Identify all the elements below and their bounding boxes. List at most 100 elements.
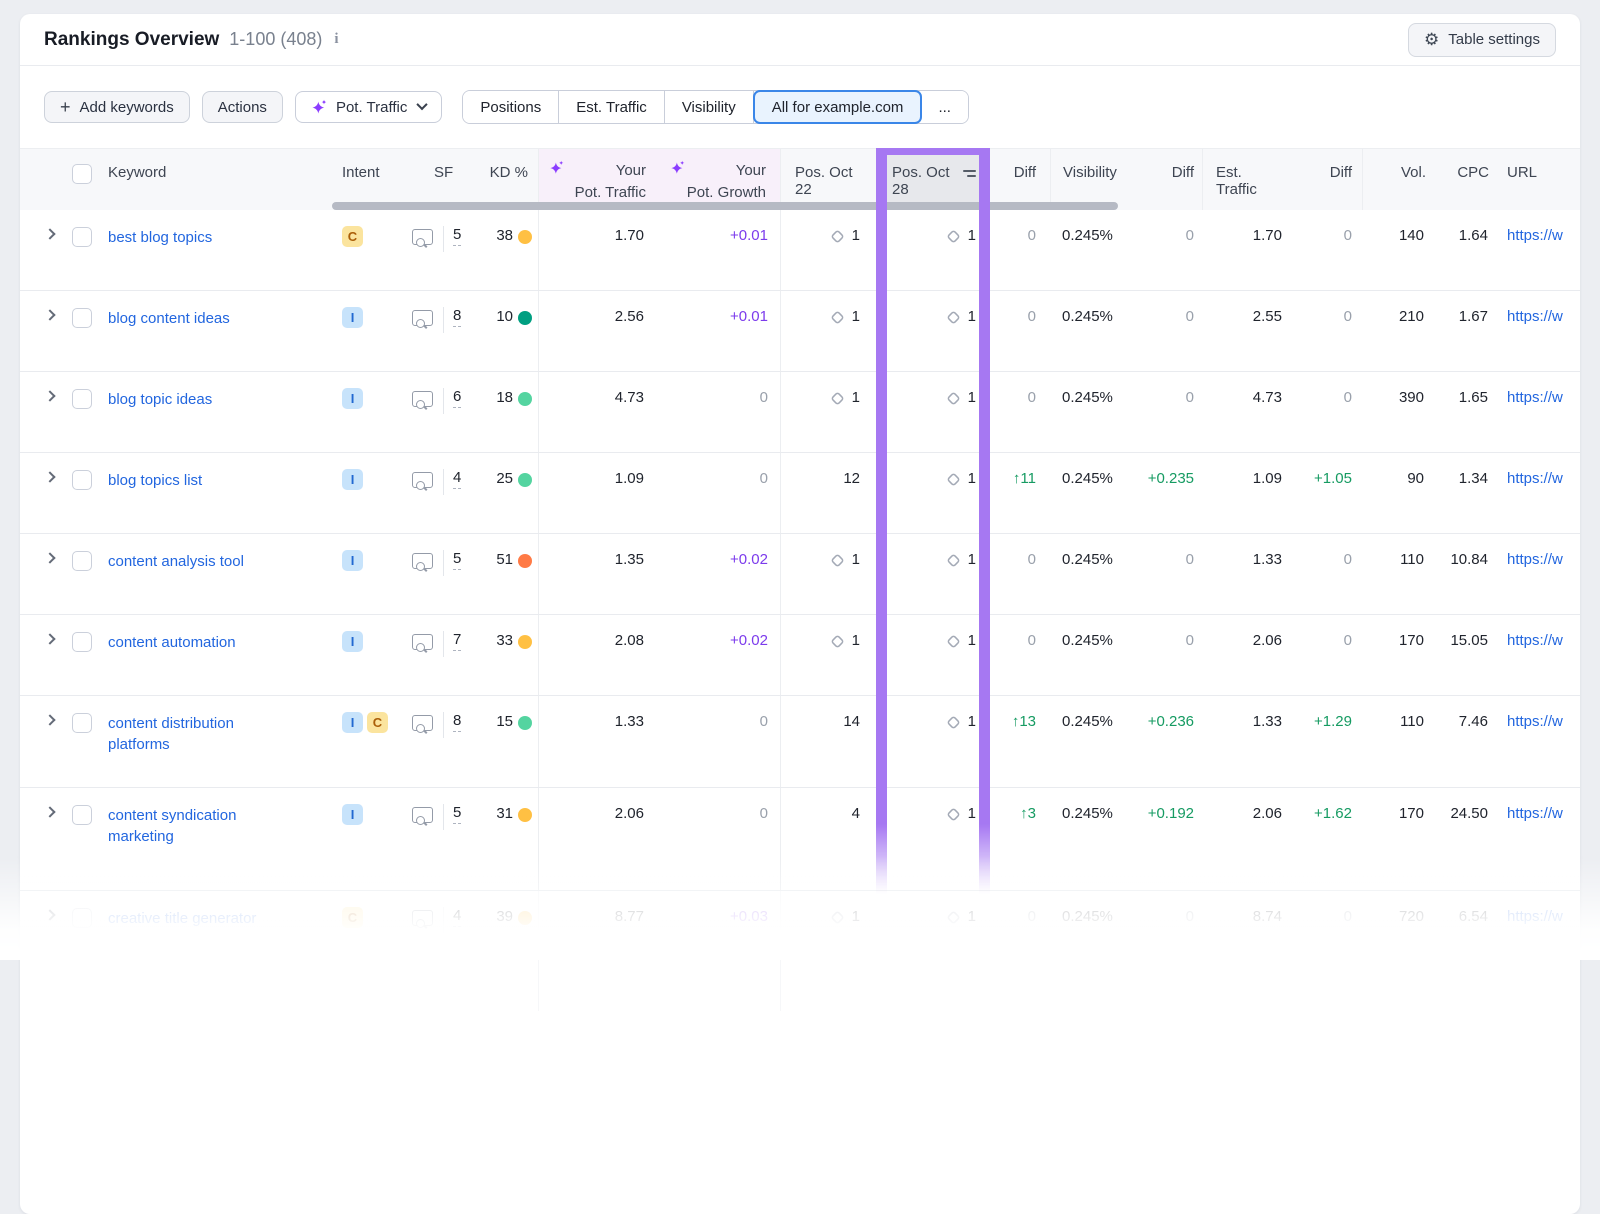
- est-traffic-diff-value: +1.62: [1314, 805, 1352, 822]
- url-link[interactable]: https://w: [1507, 308, 1563, 325]
- tab-positions[interactable]: Positions: [463, 91, 559, 123]
- column-header-visibility[interactable]: Visibility: [1050, 149, 1146, 210]
- keyword-link[interactable]: blog topics list: [108, 470, 202, 491]
- keyword-link[interactable]: blog content ideas: [108, 308, 230, 329]
- url-link[interactable]: https://w: [1507, 551, 1563, 568]
- column-header-volume[interactable]: Vol.: [1362, 149, 1432, 210]
- pot-traffic-value: 1.09: [615, 470, 644, 487]
- serp-features-icon[interactable]: [412, 229, 433, 245]
- row-checkbox[interactable]: [72, 713, 92, 733]
- column-header-sf[interactable]: SF: [412, 149, 474, 210]
- column-header-keyword[interactable]: Keyword: [104, 149, 334, 210]
- serp-features-icon[interactable]: [412, 391, 433, 407]
- keyword-link[interactable]: content analysis tool: [108, 551, 244, 572]
- column-header-kd[interactable]: KD %: [474, 149, 538, 210]
- sf-value[interactable]: 6: [453, 388, 461, 408]
- row-checkbox[interactable]: [72, 805, 92, 825]
- column-header-visibility-diff[interactable]: Diff: [1146, 149, 1202, 210]
- table-row: content syndication marketing I 5 31 2.0…: [20, 788, 1580, 891]
- url-link[interactable]: https://w: [1507, 389, 1563, 406]
- keyword-link[interactable]: creative title generator: [108, 908, 256, 929]
- select-all-checkbox[interactable]: [72, 164, 92, 184]
- column-header-url[interactable]: URL: [1494, 149, 1580, 210]
- column-header-cpc[interactable]: CPC: [1432, 149, 1494, 210]
- row-checkbox[interactable]: [72, 227, 92, 247]
- add-keywords-button[interactable]: + Add keywords: [44, 91, 190, 123]
- column-header-intent[interactable]: Intent: [334, 149, 412, 210]
- visibility-value: 0.245%: [1062, 470, 1113, 487]
- card-header: Rankings Overview 1-100 (408) i ⚙ Table …: [20, 14, 1580, 66]
- sf-value[interactable]: 4: [453, 907, 461, 927]
- expand-chevron-icon[interactable]: [44, 228, 55, 239]
- sf-value[interactable]: 5: [453, 550, 461, 570]
- actions-button[interactable]: Actions: [202, 91, 283, 123]
- column-header-est-traffic-diff[interactable]: Diff: [1306, 149, 1362, 210]
- pos-oct28-value: 1: [968, 713, 976, 730]
- url-link[interactable]: https://w: [1507, 632, 1563, 649]
- keyword-link[interactable]: content distribution platforms: [108, 713, 298, 755]
- expand-chevron-icon[interactable]: [44, 390, 55, 401]
- row-checkbox[interactable]: [72, 632, 92, 652]
- expand-chevron-icon[interactable]: [44, 309, 55, 320]
- column-header-pos-diff[interactable]: Diff: [990, 149, 1050, 210]
- pos-oct28-value: 1: [968, 632, 976, 649]
- expand-chevron-icon[interactable]: [44, 471, 55, 482]
- volume-value: 170: [1399, 632, 1424, 649]
- serp-features-icon[interactable]: [412, 715, 433, 731]
- column-header-est-traffic[interactable]: Est. Traffic: [1202, 149, 1306, 210]
- keyword-link[interactable]: blog topic ideas: [108, 389, 212, 410]
- table-settings-button[interactable]: ⚙ Table settings: [1408, 23, 1556, 57]
- url-link[interactable]: https://w: [1507, 805, 1563, 822]
- sf-value[interactable]: 7: [453, 631, 461, 651]
- intent-badges: I: [334, 534, 412, 614]
- tab-all-for-example[interactable]: All for example.com: [753, 90, 923, 124]
- intent-badge-I: I: [342, 804, 363, 825]
- url-link[interactable]: https://w: [1507, 227, 1563, 244]
- tab-visibility[interactable]: Visibility: [665, 91, 754, 123]
- table-header-row: Keyword Intent SF KD % YourPot. Traffic …: [20, 148, 1580, 210]
- serp-features-icon[interactable]: [412, 634, 433, 650]
- est-traffic-diff-value: +1.05: [1314, 470, 1352, 487]
- kd-difficulty-dot: [518, 635, 532, 649]
- sf-value[interactable]: 8: [453, 712, 461, 732]
- tab-more[interactable]: ...: [921, 91, 968, 123]
- keyword-link[interactable]: content syndication marketing: [108, 805, 298, 847]
- serp-features-icon[interactable]: [412, 807, 433, 823]
- sf-value[interactable]: 8: [453, 307, 461, 327]
- kd-value: 33: [496, 632, 513, 649]
- url-link[interactable]: https://w: [1507, 908, 1563, 925]
- tab-est-traffic[interactable]: Est. Traffic: [559, 91, 665, 123]
- pot-growth-value: 0: [760, 805, 768, 822]
- pot-growth-value: +0.02: [730, 632, 768, 649]
- serp-features-icon[interactable]: [412, 310, 433, 326]
- info-icon[interactable]: i: [334, 31, 338, 48]
- expand-chevron-icon[interactable]: [44, 552, 55, 563]
- row-checkbox[interactable]: [72, 389, 92, 409]
- url-link[interactable]: https://w: [1507, 470, 1563, 487]
- sf-value[interactable]: 5: [453, 804, 461, 824]
- row-checkbox[interactable]: [72, 551, 92, 571]
- column-header-pos-oct28[interactable]: Pos. Oct 28: [876, 149, 990, 210]
- row-checkbox[interactable]: [72, 908, 92, 928]
- expand-chevron-icon[interactable]: [44, 806, 55, 817]
- keyword-link[interactable]: best blog topics: [108, 227, 212, 248]
- serp-features-icon[interactable]: [412, 472, 433, 488]
- horizontal-scrollbar-thumb[interactable]: [332, 202, 1118, 210]
- serp-features-icon[interactable]: [412, 553, 433, 569]
- column-header-pot-growth[interactable]: YourPot. Growth: [660, 149, 780, 210]
- keyword-link[interactable]: content automation: [108, 632, 236, 653]
- sf-value[interactable]: 4: [453, 469, 461, 489]
- expand-chevron-icon[interactable]: [44, 633, 55, 644]
- row-checkbox[interactable]: [72, 308, 92, 328]
- table-row: blog content ideas I 8 10 2.56 +0.01 1 1…: [20, 291, 1580, 372]
- expand-chevron-icon[interactable]: [44, 714, 55, 725]
- serp-features-icon[interactable]: [412, 910, 433, 926]
- column-header-pos-oct22[interactable]: Pos. Oct 22: [780, 149, 876, 210]
- column-header-pot-traffic[interactable]: YourPot. Traffic: [538, 149, 660, 210]
- sf-value[interactable]: 5: [453, 226, 461, 246]
- row-checkbox[interactable]: [72, 470, 92, 490]
- expand-chevron-icon[interactable]: [44, 909, 55, 920]
- volume-value: 90: [1407, 470, 1424, 487]
- metric-selector-dropdown[interactable]: Pot. Traffic: [295, 91, 442, 123]
- url-link[interactable]: https://w: [1507, 713, 1563, 730]
